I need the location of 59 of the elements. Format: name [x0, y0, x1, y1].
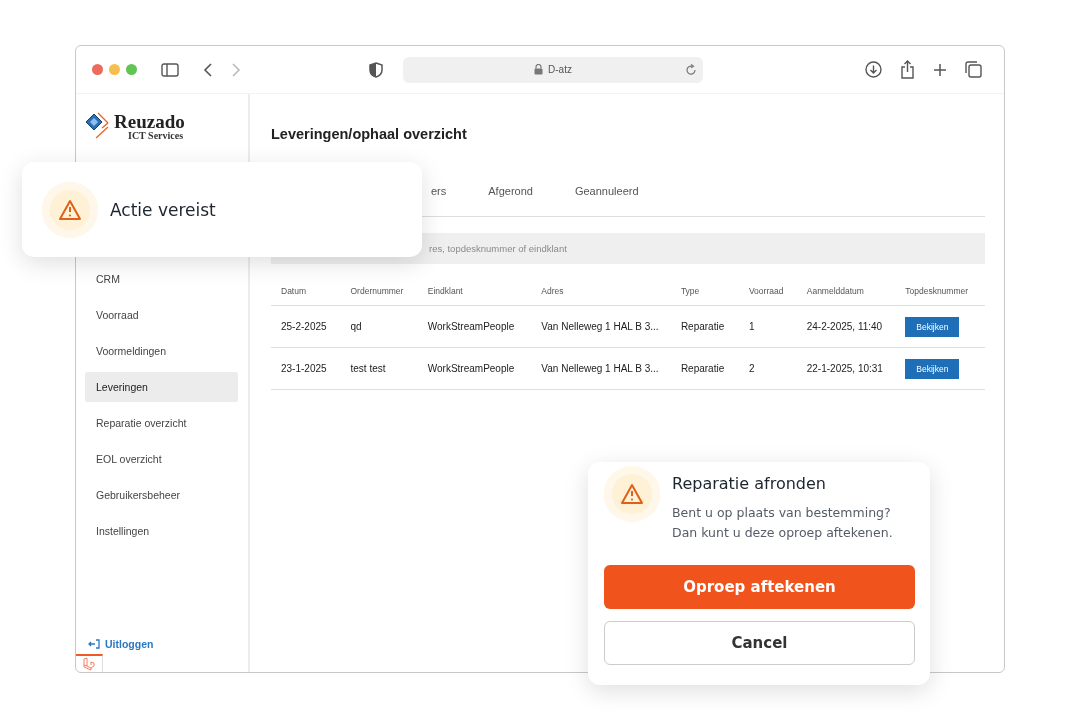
column-header: Adres	[531, 278, 671, 306]
confirm-button[interactable]: Oproep aftekenen	[604, 565, 915, 609]
sidebar-item[interactable]: Instellingen	[85, 516, 238, 546]
column-header: Eindklant	[417, 278, 532, 306]
sidebar-item[interactable]: EOL overzicht	[85, 444, 238, 474]
address-bar[interactable]: D-atz	[403, 56, 703, 83]
back-icon[interactable]	[203, 61, 213, 78]
table-cell: Van Nelleweg 1 HAL B 3...	[531, 305, 671, 348]
warning-icon	[604, 466, 660, 522]
tabs-icon[interactable]	[965, 61, 982, 78]
table-cell: Reparatie	[670, 305, 739, 348]
table-cell: 22-1-2025, 10:31	[796, 347, 896, 390]
dialog-title: Reparatie afronden	[672, 474, 827, 493]
table-cell: qd	[340, 305, 418, 348]
sidebar-item[interactable]: CRM	[85, 264, 238, 294]
table-cell: WorkStreamPeople	[417, 305, 532, 348]
address-text: D-atz	[548, 64, 572, 75]
sidebar-item[interactable]: Gebruikersbeheer	[85, 480, 238, 510]
sidebar-toggle-icon[interactable]	[161, 62, 179, 77]
column-header: Datum	[271, 278, 341, 306]
table-cell: 25-2-2025	[271, 305, 341, 348]
column-header: Aanmelddatum	[796, 278, 896, 306]
table-cell: Reparatie	[670, 347, 739, 390]
view-button[interactable]: Bekijken	[905, 316, 960, 337]
column-header: Voorraad	[738, 278, 797, 306]
cube-icon	[82, 657, 96, 671]
table-cell: test test	[340, 347, 418, 390]
shield-icon[interactable]	[369, 61, 383, 78]
page-title: Leveringen/ophaal overzicht	[271, 126, 468, 142]
lock-icon	[534, 64, 544, 75]
view-button[interactable]: Bekijken	[905, 358, 960, 379]
sidebar-item[interactable]: Reparatie overzicht	[85, 408, 238, 438]
column-header: Type	[670, 278, 739, 306]
table-cell: 2	[738, 347, 797, 390]
reload-icon[interactable]	[685, 63, 697, 76]
tab[interactable]: Afgerond	[488, 182, 533, 216]
notification-title: Actie vereist	[110, 199, 216, 220]
table-cell: WorkStreamPeople	[417, 347, 532, 390]
company-logo: Reuzado ICT Services	[84, 110, 185, 142]
column-header: Topdesknummer	[895, 278, 985, 306]
table-cell: 23-1-2025	[271, 347, 341, 390]
sidebar-item[interactable]: Leveringen	[85, 372, 238, 402]
logout-link[interactable]: Uitloggen	[105, 638, 154, 650]
close-icon[interactable]	[92, 64, 103, 75]
dialog-message: Dan kunt u deze oproep aftekenen.	[672, 524, 893, 542]
logout-icon[interactable]	[88, 639, 100, 649]
sidebar-item[interactable]: Voormeldingen	[85, 336, 238, 366]
table-cell: Van Nelleweg 1 HAL B 3...	[531, 347, 671, 390]
share-icon[interactable]	[900, 60, 915, 79]
sidebar-item[interactable]: Voorraad	[85, 300, 238, 330]
tab[interactable]: Geannuleerd	[574, 182, 639, 216]
download-icon[interactable]	[865, 61, 882, 78]
column-header: Ordernummer	[340, 278, 418, 306]
table-cell: 24-2-2025, 11:40	[796, 305, 896, 348]
table-cell: 1	[738, 305, 797, 348]
cancel-button[interactable]: Cancel	[604, 621, 915, 665]
tab[interactable]: ers	[431, 182, 447, 216]
dialog-message: Bent u op plaats van bestemming?	[672, 504, 892, 522]
plus-icon[interactable]	[933, 62, 947, 77]
